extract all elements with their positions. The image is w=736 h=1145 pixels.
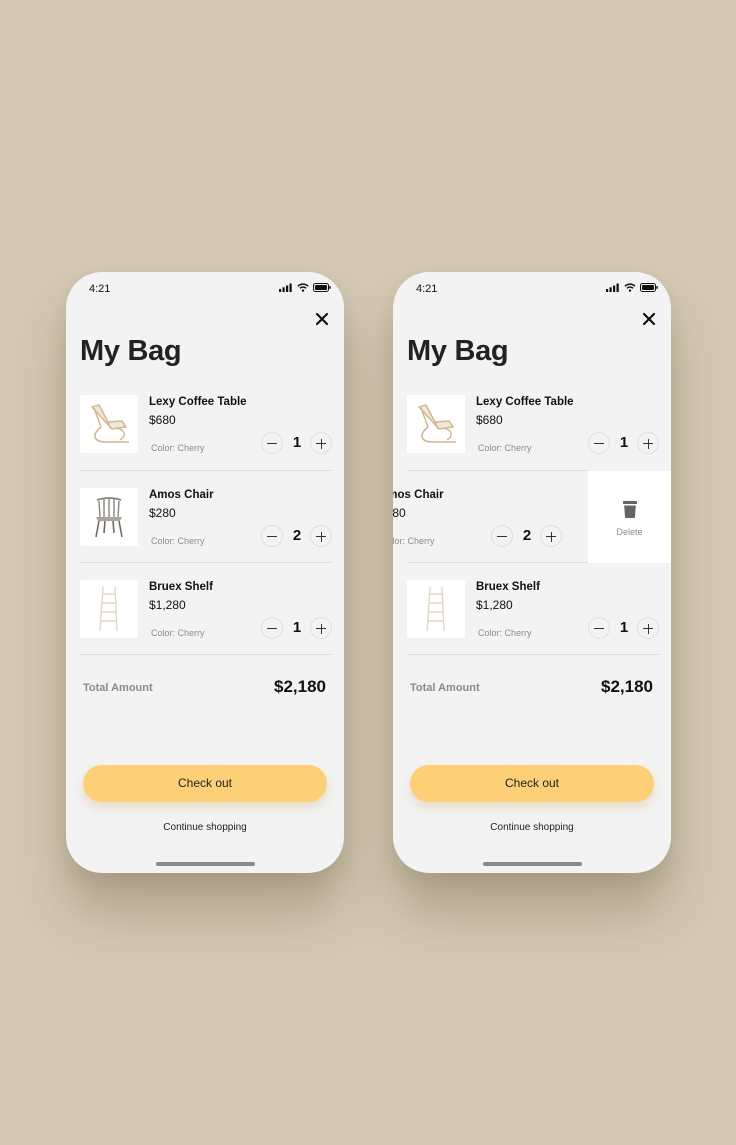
- divider: [80, 470, 332, 471]
- trash-icon: [623, 501, 637, 518]
- phone-screen-default: 4:21 My Bag Lexy Coffee Table $680 Color…: [66, 272, 344, 873]
- quantity-increase-button[interactable]: [637, 432, 659, 454]
- divider: [407, 562, 588, 563]
- cart-item: Bruex Shelf $1,280 Color: Cherry 1: [66, 580, 344, 672]
- item-name: Lexy Coffee Table: [149, 396, 247, 408]
- checkout-button[interactable]: Check out: [83, 765, 327, 802]
- delete-button[interactable]: Delete: [588, 471, 671, 563]
- product-image: [80, 580, 138, 638]
- item-color: Color: Cherry: [151, 443, 205, 453]
- status-time: 4:21: [416, 283, 438, 295]
- total-value: $2,180: [274, 677, 326, 696]
- checkout-button[interactable]: Check out: [410, 765, 654, 802]
- total-label: Total Amount: [83, 682, 153, 694]
- divider: [407, 654, 659, 655]
- quantity-decrease-button[interactable]: [588, 432, 610, 454]
- cart-item: Lexy Coffee Table $680 Color: Cherry 1: [66, 395, 344, 487]
- item-name: Amos Chair: [393, 489, 444, 501]
- lounge-chair-image: [417, 404, 456, 443]
- quantity-value: 1: [619, 619, 629, 636]
- divider: [80, 562, 332, 563]
- item-name: Amos Chair: [149, 489, 214, 501]
- item-color: Color: Cherry: [478, 443, 532, 453]
- lounge-chair-image: [90, 404, 129, 443]
- divider: [80, 654, 332, 655]
- item-price: $680: [476, 413, 503, 427]
- item-name: Bruex Shelf: [476, 581, 540, 593]
- close-button[interactable]: [315, 312, 329, 326]
- item-color: Color: Cherry: [151, 536, 205, 546]
- quantity-value: 1: [292, 434, 302, 451]
- page-title: My Bag: [407, 335, 509, 367]
- wifi-icon: [624, 283, 636, 292]
- delete-label: Delete: [616, 527, 643, 537]
- wifi-icon: [297, 283, 309, 292]
- total-label: Total Amount: [410, 682, 480, 694]
- page-title: My Bag: [80, 335, 182, 367]
- product-image: [407, 580, 465, 638]
- quantity-decrease-button[interactable]: [261, 432, 283, 454]
- cart-item: Amos Chair $280 Color: Cherry 2: [66, 488, 344, 580]
- quantity-value: 1: [619, 434, 629, 451]
- item-color: Color: Cherry: [393, 536, 435, 546]
- item-color: Color: Cherry: [151, 628, 205, 638]
- battery-icon: [313, 283, 331, 292]
- item-price: $1,280: [149, 598, 186, 612]
- status-icons: [279, 283, 331, 292]
- item-price: $680: [149, 413, 176, 427]
- battery-icon: [640, 283, 658, 292]
- close-icon: [315, 312, 329, 326]
- item-price: $280: [393, 506, 406, 520]
- signal-icon: [606, 283, 619, 292]
- cart-item: Bruex Shelf $1,280 Color: Cherry 1: [393, 580, 671, 672]
- quantity-increase-button[interactable]: [540, 525, 562, 547]
- product-image: [407, 395, 465, 453]
- item-name: Bruex Shelf: [149, 581, 213, 593]
- phone-screen-swipe-delete: 4:21 My Bag Lexy Coffee Table $680 Color…: [393, 272, 671, 873]
- quantity-value: 2: [292, 527, 302, 544]
- product-image: [80, 395, 138, 453]
- product-image: [80, 488, 138, 546]
- quantity-decrease-button[interactable]: [261, 617, 283, 639]
- home-indicator: [483, 862, 582, 866]
- ladder-shelf-image: [99, 586, 118, 632]
- cart-item-swiped[interactable]: Amos Chair $280 Color: Cherry 2 Delete: [393, 471, 671, 563]
- continue-shopping-link[interactable]: Continue shopping: [393, 822, 671, 833]
- quantity-increase-button[interactable]: [637, 617, 659, 639]
- continue-shopping-link[interactable]: Continue shopping: [66, 822, 344, 833]
- quantity-increase-button[interactable]: [310, 617, 332, 639]
- quantity-increase-button[interactable]: [310, 432, 332, 454]
- quantity-decrease-button[interactable]: [261, 525, 283, 547]
- dining-chair-image: [95, 497, 123, 538]
- quantity-decrease-button[interactable]: [491, 525, 513, 547]
- quantity-value: 2: [522, 527, 532, 544]
- status-time: 4:21: [89, 283, 111, 295]
- ladder-shelf-image: [426, 586, 445, 632]
- signal-icon: [279, 283, 292, 292]
- home-indicator: [156, 862, 255, 866]
- close-icon: [642, 312, 656, 326]
- item-price: $1,280: [476, 598, 513, 612]
- total-value: $2,180: [601, 677, 653, 696]
- quantity-value: 1: [292, 619, 302, 636]
- quantity-decrease-button[interactable]: [588, 617, 610, 639]
- item-color: Color: Cherry: [478, 628, 532, 638]
- close-button[interactable]: [642, 312, 656, 326]
- quantity-increase-button[interactable]: [310, 525, 332, 547]
- item-price: $280: [149, 506, 176, 520]
- item-name: Lexy Coffee Table: [476, 396, 574, 408]
- status-icons: [606, 283, 658, 292]
